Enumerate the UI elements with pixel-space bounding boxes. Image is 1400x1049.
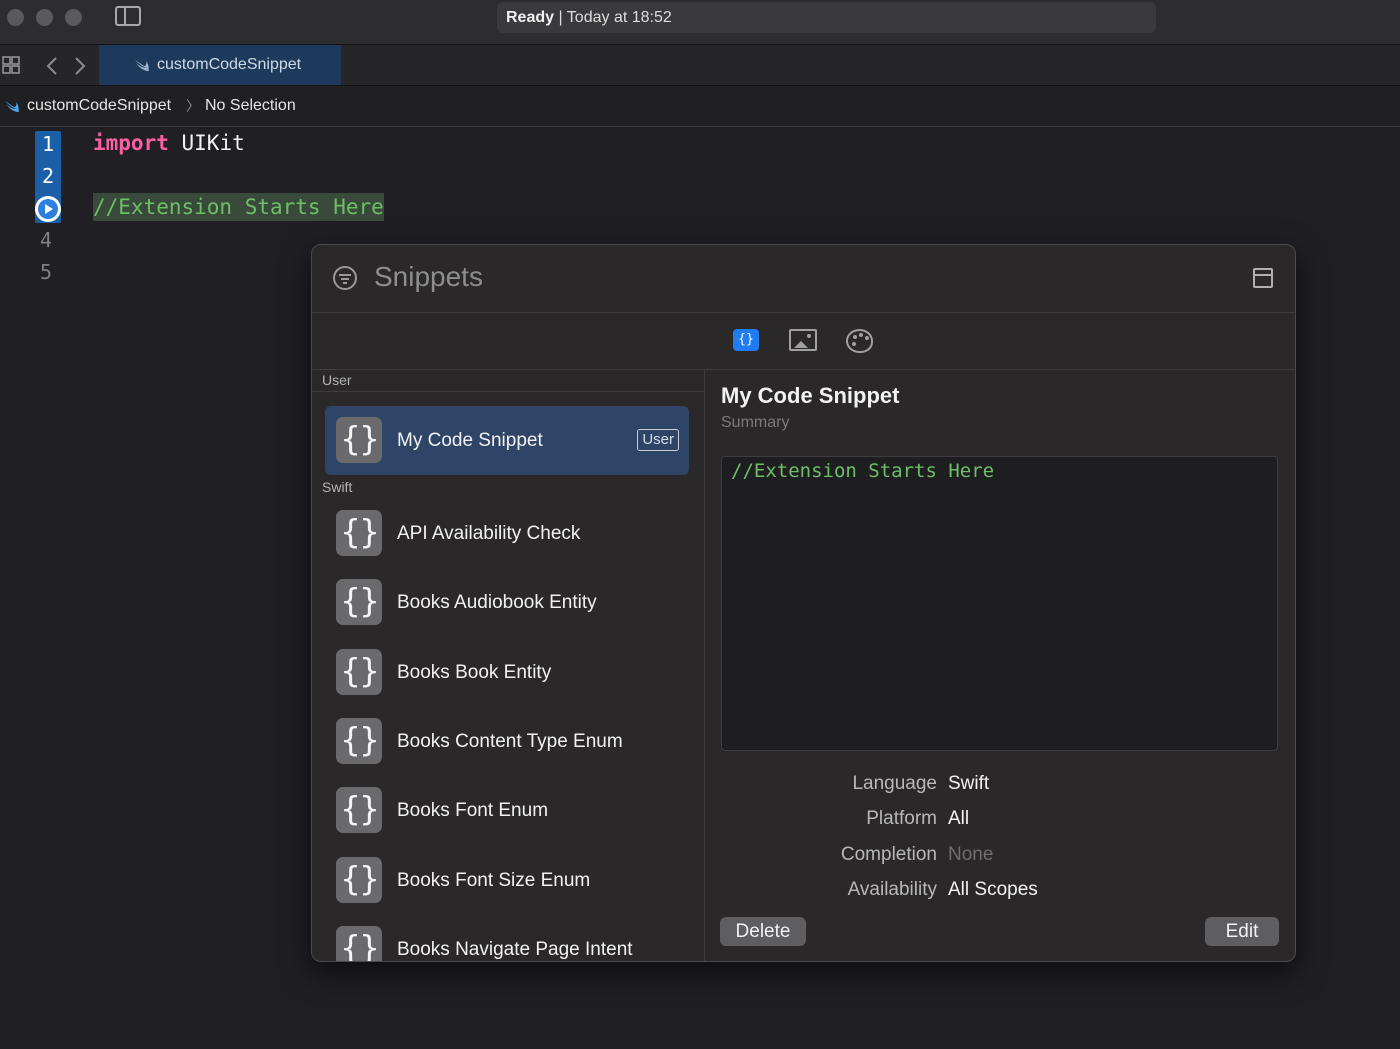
- list-item[interactable]: {} Books Navigate Page Intent: [325, 915, 689, 961]
- snippet-detail: My Code Snippet Summary //Extension Star…: [705, 370, 1295, 961]
- related-items-grid-icon[interactable]: [2, 56, 20, 74]
- list-item-label: Books Navigate Page Intent: [397, 939, 633, 960]
- language-value: Swift: [948, 773, 990, 794]
- media-icon[interactable]: [789, 329, 817, 351]
- snippet-title: My Code Snippet: [721, 383, 900, 408]
- code-snippet-icon: {}: [336, 787, 382, 833]
- library-window-icon[interactable]: [1253, 268, 1273, 288]
- snippets-library-panel: Snippets {} User {} My Code Snippet User…: [311, 244, 1296, 962]
- breadcrumb-selection[interactable]: No Selection: [205, 86, 296, 126]
- breadcrumb-chevron-icon: 〉: [186, 98, 200, 114]
- line-number: 1: [41, 132, 55, 156]
- sidebar-toggle-icon[interactable]: [115, 6, 141, 26]
- library-header: Snippets: [312, 245, 1295, 313]
- library-search-field[interactable]: Snippets: [374, 261, 483, 293]
- breadcrumb-project[interactable]: customCodeSnippet: [27, 86, 171, 126]
- filter-icon[interactable]: [333, 266, 357, 290]
- list-item[interactable]: {} API Availability Check: [325, 499, 689, 568]
- minimize-window-button[interactable]: [36, 9, 53, 26]
- snippet-summary: Summary: [721, 414, 790, 431]
- list-item-label: Books Book Entity: [397, 662, 552, 683]
- list-item-label: API Availability Check: [397, 523, 581, 544]
- list-item-label: Books Font Size Enum: [397, 870, 591, 891]
- list-item-selected[interactable]: {} My Code Snippet User: [325, 406, 689, 475]
- list-item[interactable]: {} Books Book Entity: [325, 638, 689, 707]
- swift-file-icon: [133, 45, 151, 85]
- language-label: Language: [852, 773, 937, 794]
- tab-label: customCodeSnippet: [157, 56, 302, 73]
- snippet-code-text: //Extension Starts Here: [731, 460, 995, 482]
- code-module: UIKit: [181, 131, 245, 155]
- code-comment-line[interactable]: //Extension Starts Here: [93, 193, 384, 221]
- activity-status: Ready: [506, 9, 555, 26]
- code-line-1[interactable]: import UIKit: [93, 131, 245, 155]
- tab-customcodesnippet[interactable]: customCodeSnippet: [99, 45, 341, 85]
- breakpoint-run-icon[interactable]: [35, 196, 61, 222]
- line-number: 5: [40, 260, 53, 284]
- window-titlebar: Ready | Today at 18:52: [0, 0, 1400, 45]
- availability-value: All Scopes: [948, 879, 1038, 900]
- code-keyword: import: [93, 131, 169, 155]
- code-snippet-icon: {}: [336, 649, 382, 695]
- library-tabs: {}: [312, 313, 1295, 370]
- activity-separator: |: [558, 9, 563, 26]
- list-item-label: Books Content Type Enum: [397, 731, 623, 752]
- swift-project-icon: [3, 86, 21, 126]
- code-snippet-icon: {}: [336, 510, 382, 556]
- snippet-code-preview: //Extension Starts Here: [721, 456, 1278, 751]
- code-snippet-icon: {}: [336, 579, 382, 625]
- platform-label: Platform: [866, 808, 937, 829]
- line-number: 4: [40, 228, 53, 252]
- platform-value: All: [948, 808, 970, 829]
- code-snippet-icon: {}: [336, 718, 382, 764]
- section-header-swift: Swift: [322, 479, 353, 495]
- completion-value: None: [948, 844, 994, 865]
- code-snippet-icon: {}: [336, 857, 382, 903]
- completion-label: Completion: [840, 844, 937, 865]
- edit-button[interactable]: Edit: [1205, 917, 1279, 946]
- forward-arrow-icon[interactable]: [73, 56, 87, 76]
- list-item-label: Books Font Enum: [397, 800, 549, 821]
- section-header-user: User: [322, 372, 352, 388]
- list-item[interactable]: {} Books Font Enum: [325, 776, 689, 845]
- user-badge: User: [637, 429, 679, 451]
- colors-icon[interactable]: [846, 329, 873, 353]
- snippet-list[interactable]: User {} My Code Snippet User Swift {} AP…: [312, 370, 705, 961]
- activity-viewer: Ready | Today at 18:52: [497, 2, 1156, 33]
- activity-time: Today at 18:52: [566, 9, 672, 26]
- section-divider: [312, 391, 704, 392]
- line-number: 2: [41, 164, 55, 188]
- list-item[interactable]: {} Books Content Type Enum: [325, 707, 689, 776]
- list-item-label: Books Audiobook Entity: [397, 592, 597, 613]
- delete-button[interactable]: Delete: [720, 917, 806, 946]
- zoom-window-button[interactable]: [65, 9, 82, 26]
- code-snippets-icon[interactable]: {}: [733, 329, 759, 351]
- list-item[interactable]: {} Books Audiobook Entity: [325, 568, 689, 637]
- back-arrow-icon[interactable]: [45, 56, 59, 76]
- list-item[interactable]: {} Books Font Size Enum: [325, 846, 689, 915]
- jump-bar: customCodeSnippet 〉 No Selection: [0, 86, 1400, 127]
- code-snippet-icon: {}: [336, 926, 382, 961]
- close-window-button[interactable]: [7, 9, 24, 26]
- availability-label: Availability: [847, 879, 937, 900]
- list-item-label: My Code Snippet: [397, 430, 543, 451]
- code-snippet-icon: {}: [336, 417, 382, 463]
